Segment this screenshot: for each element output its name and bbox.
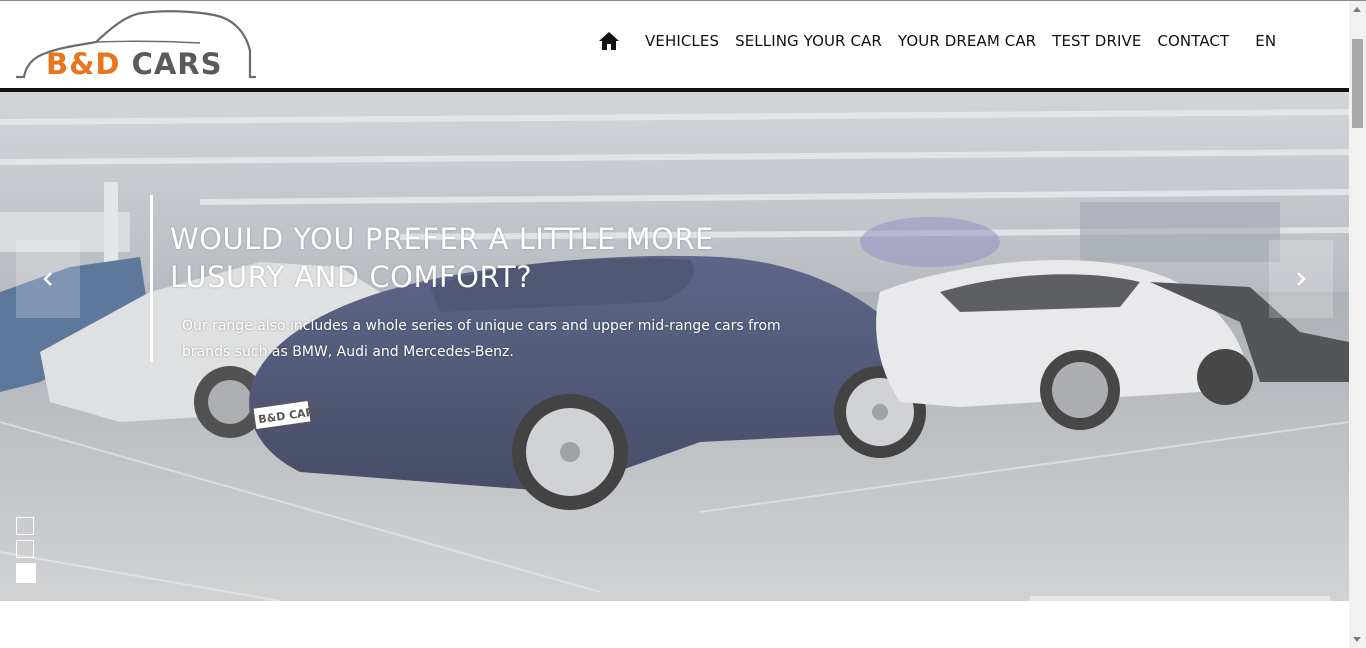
logo-bd: B&D	[46, 47, 121, 81]
chevron-left-icon	[43, 272, 52, 286]
logo-wordmark: B&D CARS	[46, 47, 223, 81]
scroll-down-button[interactable]	[1349, 631, 1366, 648]
hero-carousel: B&D CARS WOULD YOU PREFER A LITTLE MORE …	[0, 92, 1349, 601]
nav-home-link[interactable]	[598, 30, 620, 52]
nav-item-selling-your-car[interactable]: SELLING YOUR CAR	[735, 32, 882, 50]
logo-cars: CARS	[131, 47, 223, 81]
carousel-indicator-3[interactable]	[16, 563, 36, 583]
language-selector[interactable]: EN	[1255, 32, 1276, 50]
nav-item-test-drive[interactable]: TEST DRIVE	[1052, 32, 1141, 50]
carousel-indicators	[16, 517, 36, 588]
nav-item-your-dream-car[interactable]: YOUR DREAM CAR	[898, 32, 1036, 50]
carousel-next-button[interactable]	[1269, 240, 1333, 318]
main-navigation: VEHICLES SELLING YOUR CAR YOUR DREAM CAR…	[598, 29, 1276, 53]
hero-title: WOULD YOU PREFER A LITTLE MORE LUSURY AN…	[170, 222, 714, 295]
hero-description: Our range also includes a whole series o…	[182, 318, 781, 360]
caption-accent-line	[150, 195, 153, 362]
carousel-prev-button[interactable]	[16, 240, 80, 318]
page-scrollbar[interactable]	[1349, 1, 1366, 648]
site-header: B&D CARS VEHICLES SELLING YOUR CAR YOUR …	[0, 1, 1349, 88]
hero-bottom-strip	[1030, 596, 1330, 601]
arrow-down-icon	[1353, 637, 1361, 642]
nav-item-contact[interactable]: CONTACT	[1157, 32, 1229, 50]
home-icon	[599, 32, 619, 50]
scrollbar-thumb[interactable]	[1352, 39, 1363, 128]
chevron-right-icon	[1297, 272, 1306, 286]
nav-item-vehicles[interactable]: VEHICLES	[645, 32, 719, 50]
carousel-indicator-1[interactable]	[16, 517, 34, 535]
carousel-indicator-2[interactable]	[16, 540, 34, 558]
brand-logo[interactable]: B&D CARS	[14, 7, 258, 83]
scroll-up-button[interactable]	[1349, 1, 1366, 18]
arrow-up-icon	[1353, 7, 1361, 12]
